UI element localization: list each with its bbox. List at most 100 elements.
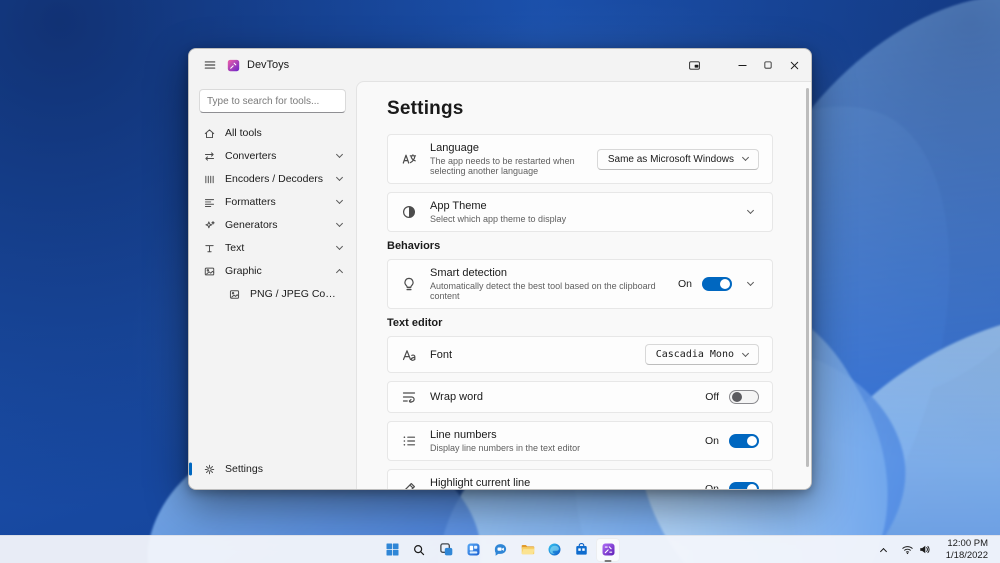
sidebar-item-all-tools[interactable]: All tools — [194, 122, 351, 144]
toggle-state-label: On — [704, 435, 719, 447]
toggle-state-label: On — [677, 278, 692, 290]
devtoys-taskbar-button[interactable] — [596, 537, 620, 562]
clock-button[interactable]: 12:00 PM 1/18/2022 — [942, 535, 992, 563]
setting-row-font: Font Cascadia Mono — [387, 336, 773, 373]
edge-icon — [548, 543, 560, 556]
chevron-down-icon — [741, 349, 750, 357]
edge-button[interactable] — [542, 538, 566, 562]
setting-row-wrap-word: Wrap word Off — [387, 381, 773, 413]
search-box[interactable] — [199, 89, 346, 113]
sidebar-item-converters[interactable]: Converters — [194, 145, 351, 167]
lightbulb-icon — [401, 276, 417, 292]
nav-menu-button[interactable] — [197, 53, 223, 77]
line-numbers-toggle[interactable] — [729, 434, 759, 448]
page-title: Settings — [387, 98, 464, 119]
content-scrollbar[interactable] — [806, 88, 809, 483]
section-header-behaviors: Behaviors — [387, 240, 441, 252]
widgets-button[interactable] — [461, 538, 485, 562]
generators-icon — [203, 219, 216, 232]
setting-title: Line numbers — [430, 429, 497, 441]
chevron-up-icon — [879, 547, 887, 555]
chevron-down-icon — [746, 206, 755, 215]
devtoys-icon — [602, 543, 614, 556]
setting-row-app-theme[interactable]: App Theme Select which app theme to disp… — [387, 192, 773, 232]
smart-detection-toggle[interactable] — [702, 277, 732, 291]
setting-row-smart-detection[interactable]: Smart detection Automatically detect the… — [387, 259, 773, 309]
setting-title: Smart detection — [430, 267, 508, 279]
scrollbar-thumb[interactable] — [806, 88, 809, 468]
chevron-down-icon — [746, 278, 755, 287]
store-icon — [575, 542, 587, 555]
chevron-down-icon — [335, 173, 344, 182]
highlighter-icon — [401, 481, 417, 489]
setting-row-highlight-current-line: Highlight current line Change the backgr… — [387, 469, 773, 489]
task-view-button[interactable] — [434, 538, 458, 562]
sidebar-item-formatters[interactable]: Formatters — [194, 191, 351, 213]
volume-icon — [918, 543, 931, 556]
sidebar-item-generators[interactable]: Generators — [194, 214, 351, 236]
font-icon — [401, 347, 417, 363]
chevron-down-icon — [335, 242, 344, 251]
start-button[interactable] — [380, 538, 404, 562]
sidebar-item-png-jpeg-compressor[interactable]: PNG / JPEG Compressor — [194, 283, 351, 305]
language-dropdown[interactable]: Same as Microsoft Windows — [596, 148, 759, 170]
smart-detection-expander[interactable] — [742, 278, 759, 289]
highlight-current-line-toggle[interactable] — [729, 482, 759, 489]
toggle-state-label: Off — [705, 391, 719, 403]
wrap-icon — [401, 389, 417, 405]
chat-icon — [494, 544, 506, 556]
formatters-icon — [203, 196, 216, 209]
setting-title: Highlight current line — [430, 477, 531, 489]
font-dropdown[interactable]: Cascadia Mono — [644, 344, 759, 365]
image-icon — [228, 288, 241, 301]
titlebar: DevToys — [189, 49, 811, 81]
wrap-word-toggle[interactable] — [729, 390, 759, 404]
running-app-indicator — [604, 559, 612, 562]
setting-row-language: Language The app needs to be restarted w… — [387, 134, 773, 184]
taskbar-time: 12:00 PM — [947, 537, 988, 549]
store-button[interactable] — [569, 538, 593, 562]
system-tray: 12:00 PM 1/18/2022 — [877, 536, 996, 563]
network-volume-button[interactable] — [897, 540, 935, 559]
encoders-icon — [203, 173, 216, 186]
close-button[interactable] — [781, 53, 807, 77]
taskbar-center — [380, 536, 620, 563]
desktop: DevToys All tools Converters — [0, 0, 1000, 563]
devtoys-window: DevToys All tools Converters — [188, 48, 812, 490]
converters-icon — [203, 150, 216, 163]
setting-description: Select which app theme to display — [430, 214, 567, 224]
section-header-text-editor: Text editor — [387, 317, 443, 329]
maximize-button[interactable] — [755, 53, 781, 77]
sidebar-item-settings[interactable]: Settings — [189, 458, 351, 480]
taskbar-search-button[interactable] — [407, 538, 431, 562]
taskbar-date: 1/18/2022 — [945, 549, 988, 561]
compact-overlay-button[interactable] — [681, 53, 707, 77]
sidebar-item-graphic[interactable]: Graphic — [194, 260, 351, 282]
theme-icon — [401, 204, 417, 220]
setting-title: Font — [430, 348, 453, 361]
minimize-button[interactable] — [729, 53, 755, 77]
sidebar-item-encoders-decoders[interactable]: Encoders / Decoders — [194, 168, 351, 190]
widgets-icon — [467, 543, 479, 556]
gear-icon — [203, 463, 216, 476]
chevron-down-icon — [741, 153, 750, 162]
setting-title: Wrap word — [430, 391, 483, 403]
file-explorer-button[interactable] — [515, 538, 539, 562]
chat-button[interactable] — [488, 538, 512, 562]
setting-title: Language — [430, 142, 479, 154]
task-view-icon — [439, 543, 452, 556]
line-numbers-icon — [401, 433, 417, 449]
app-theme-expander[interactable] — [742, 206, 759, 217]
selection-indicator — [189, 462, 192, 476]
setting-description: The app needs to be restarted when selec… — [430, 156, 575, 176]
devtoys-app-icon — [227, 59, 240, 72]
hidden-icons-button[interactable] — [877, 543, 890, 557]
settings-page: Settings Language The app needs to be re… — [356, 81, 811, 489]
start-icon — [386, 543, 398, 556]
sidebar-item-text[interactable]: Text — [194, 237, 351, 259]
wifi-icon — [901, 543, 914, 556]
setting-title: App Theme — [430, 200, 487, 212]
sidebar-nav: All tools Converters Encoders / Decoders… — [189, 119, 356, 457]
search-input[interactable] — [207, 95, 339, 107]
setting-row-line-numbers: Line numbers Display line numbers in the… — [387, 421, 773, 461]
